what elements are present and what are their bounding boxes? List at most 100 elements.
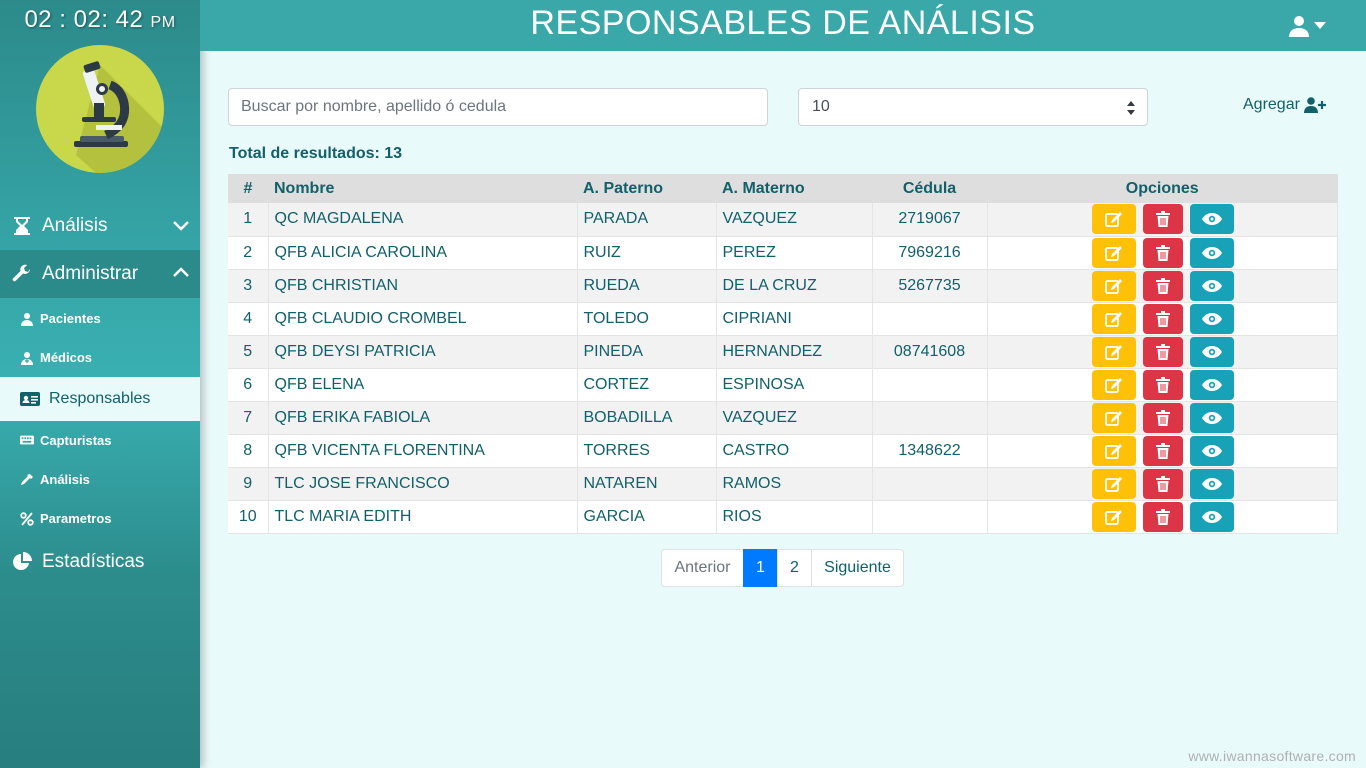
cell-materno: CASTRO [716, 434, 873, 468]
delete-button[interactable] [1142, 336, 1183, 367]
view-button[interactable] [1189, 270, 1234, 301]
trash-icon [1155, 211, 1170, 228]
cell-opciones [987, 236, 1338, 270]
page-button-2[interactable]: 2 [777, 549, 812, 587]
next-page-button[interactable]: Siguiente [811, 549, 904, 587]
hourglass-icon [10, 215, 34, 237]
table-row: 1 QC MAGDALENA PARADA VAZQUEZ 2719067 [228, 203, 1338, 237]
eye-icon [1201, 213, 1222, 226]
user-menu[interactable] [1288, 14, 1328, 38]
edit-button[interactable] [1091, 336, 1136, 367]
clock-time: 02 : 02: 42 [24, 6, 144, 33]
sidebar: 02 : 02: 42 PM Análisis Administrar Paci… [0, 0, 200, 768]
sidebar-item-label: Parametros [40, 511, 112, 526]
cell-cedula [872, 500, 988, 534]
cell-paterno: BOBADILLA [577, 401, 717, 435]
edit-button[interactable] [1091, 270, 1136, 301]
edit-button[interactable] [1091, 369, 1136, 400]
sidebar-item-parametros[interactable]: Parametros [0, 499, 200, 538]
delete-button[interactable] [1142, 468, 1183, 499]
cell-nombre: QFB ALICIA CAROLINA [268, 236, 578, 270]
cell-opciones [987, 368, 1338, 402]
column-header[interactable]: # [228, 174, 268, 203]
cell-cedula: 1348622 [872, 434, 988, 468]
table-header-row: # Nombre A. Paterno A. Materno Cédula Op… [228, 174, 1338, 203]
sidebar-item-label: Pacientes [40, 311, 101, 326]
cell-cedula: 08741608 [872, 335, 988, 369]
cell-nombre: TLC MARIA EDITH [268, 500, 578, 534]
edit-button[interactable] [1091, 435, 1136, 466]
eye-icon [1201, 510, 1222, 523]
edit-button[interactable] [1091, 237, 1136, 268]
view-button[interactable] [1189, 435, 1234, 466]
cell-nombre: QFB ERIKA FABIOLA [268, 401, 578, 435]
column-header[interactable]: A. Paterno [577, 174, 716, 203]
column-header[interactable]: Cédula [872, 174, 987, 203]
eyedropper-icon [20, 473, 34, 487]
delete-button[interactable] [1142, 303, 1183, 334]
chevron-down-icon [173, 221, 189, 231]
responsables-table: # Nombre A. Paterno A. Materno Cédula Op… [228, 174, 1338, 534]
cell-materno: HERNANDEZ [716, 335, 873, 369]
add-button[interactable]: Agregar [1243, 96, 1326, 114]
nav-analisis[interactable]: Análisis [0, 202, 200, 250]
delete-button[interactable] [1142, 270, 1183, 301]
eye-icon [1201, 345, 1222, 358]
sidebar-item-pacientes[interactable]: Pacientes [0, 299, 200, 338]
sidebar-item-capturistas[interactable]: Capturistas [0, 421, 200, 460]
cell-cedula [872, 401, 988, 435]
delete-button[interactable] [1142, 435, 1183, 466]
eye-icon [1201, 312, 1222, 325]
view-button[interactable] [1189, 369, 1234, 400]
nav-estadisticas[interactable]: Estadísticas [0, 538, 200, 586]
edit-icon [1104, 410, 1122, 426]
view-button[interactable] [1189, 303, 1234, 334]
cell-nombre: QFB CLAUDIO CROMBEL [268, 302, 578, 336]
cell-num: 5 [228, 335, 269, 369]
edit-button[interactable] [1091, 204, 1136, 235]
delete-button[interactable] [1142, 501, 1183, 532]
edit-button[interactable] [1091, 501, 1136, 532]
cell-paterno: GARCIA [577, 500, 717, 534]
sidebar-item-medicos[interactable]: Médicos [0, 338, 200, 377]
view-button[interactable] [1189, 501, 1234, 532]
sidebar-item-analisis[interactable]: Análisis [0, 460, 200, 499]
delete-button[interactable] [1142, 402, 1183, 433]
view-button[interactable] [1189, 402, 1234, 433]
cell-paterno: TORRES [577, 434, 717, 468]
view-button[interactable] [1189, 336, 1234, 367]
edit-icon [1104, 278, 1122, 294]
trash-icon [1155, 475, 1170, 492]
view-button[interactable] [1189, 468, 1234, 499]
column-header[interactable]: Nombre [268, 174, 577, 203]
prev-page-button[interactable]: Anterior [661, 549, 744, 587]
delete-button[interactable] [1142, 237, 1183, 268]
cell-opciones [987, 203, 1338, 237]
view-button[interactable] [1189, 204, 1234, 235]
edit-button[interactable] [1091, 303, 1136, 334]
sidebar-item-responsables[interactable]: Responsables [0, 377, 200, 421]
edit-icon [1104, 212, 1122, 228]
cell-num: 7 [228, 401, 269, 435]
edit-icon [1104, 377, 1122, 393]
cell-num: 10 [228, 500, 269, 534]
page-size-value: 10 [812, 98, 830, 115]
wrench-icon [10, 263, 34, 285]
pagination: Anterior 1 2 Siguiente [661, 549, 904, 587]
edit-button[interactable] [1091, 468, 1136, 499]
table-row: 8 QFB VICENTA FLORENTINA TORRES CASTRO 13486… [228, 434, 1338, 468]
edit-icon [1104, 476, 1122, 492]
view-button[interactable] [1189, 237, 1234, 268]
page-button-1[interactable]: 1 [743, 549, 778, 587]
edit-button[interactable] [1091, 402, 1136, 433]
keyboard-icon [20, 434, 34, 448]
cell-paterno: RUIZ [577, 236, 717, 270]
nav-administrar[interactable]: Administrar [0, 250, 200, 298]
column-header[interactable]: A. Materno [716, 174, 872, 203]
page-size-select[interactable]: 10 [798, 88, 1148, 126]
cell-opciones [987, 335, 1338, 369]
search-input[interactable] [228, 88, 768, 126]
delete-button[interactable] [1142, 369, 1183, 400]
cell-nombre: QFB DEYSI PATRICIA [268, 335, 578, 369]
delete-button[interactable] [1142, 204, 1183, 235]
